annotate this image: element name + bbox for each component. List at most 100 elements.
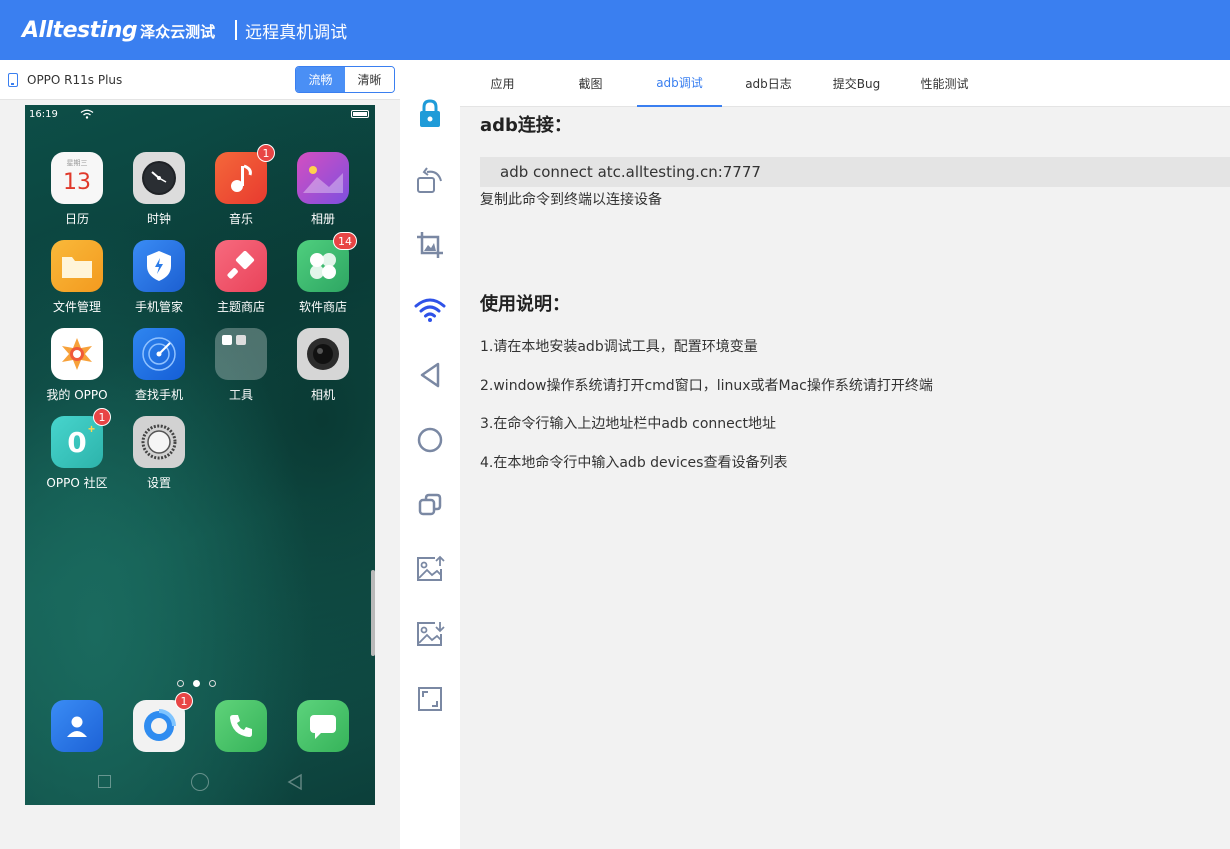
tab-screenshot[interactable]: 截图: [548, 60, 633, 107]
app-label: 时钟: [146, 212, 171, 226]
app-phone-manager[interactable]: 手机管家: [118, 240, 200, 315]
adb-command-box[interactable]: adb connect atc.alltesting.cn:7777: [480, 157, 1230, 187]
phone-nav-bar: [25, 770, 375, 794]
phone-back-icon[interactable]: [287, 773, 303, 791]
folder-icon: [51, 240, 103, 292]
page-indicator: [177, 680, 216, 687]
messages-icon: [297, 700, 349, 752]
dock-messages[interactable]: [282, 700, 364, 752]
quality-toggle: 流畅 清晰: [295, 66, 395, 93]
app-file-manager[interactable]: 文件管理: [36, 240, 118, 315]
app-tools-folder[interactable]: 工具: [200, 328, 282, 403]
app-software-store[interactable]: 14 软件商店: [282, 232, 364, 315]
dock-phone[interactable]: [200, 700, 282, 752]
app-label: OPPO 社区: [46, 476, 108, 490]
app-music[interactable]: 1 音乐: [200, 144, 282, 227]
contacts-icon: [51, 700, 103, 752]
usage-step-1: 1.请在本地安装adb调试工具，配置环境变量: [480, 339, 758, 355]
community-icon: 0 + 1: [51, 408, 111, 468]
phone-status-bar: 16:19: [25, 105, 375, 123]
tab-performance[interactable]: 性能测试: [902, 60, 987, 107]
header-divider: [235, 20, 238, 40]
usage-step-3: 3.在命令行输入上边地址栏中adb connect地址: [480, 416, 776, 432]
dock-browser[interactable]: 1: [118, 692, 200, 752]
app-camera[interactable]: 相机: [282, 328, 364, 403]
quality-smooth-button[interactable]: 流畅: [296, 67, 345, 92]
my-oppo-icon: [51, 328, 103, 380]
calendar-day: 13: [63, 169, 91, 195]
music-icon: 1: [215, 144, 275, 204]
wifi-status-icon: [80, 109, 94, 119]
battery-icon: [351, 110, 369, 118]
phone-recents-icon[interactable]: [98, 775, 111, 788]
app-clock[interactable]: 时钟: [118, 152, 200, 227]
tab-submit-bug[interactable]: 提交Bug: [814, 60, 899, 107]
phone-home-icon[interactable]: [191, 773, 209, 791]
app-label: 设置: [146, 476, 171, 490]
adb-content-panel: adb连接： adb connect atc.alltesting.cn:777…: [460, 107, 1230, 849]
app-label: 音乐: [228, 212, 253, 226]
app-label: 我的 OPPO: [46, 388, 108, 402]
app-store-icon: 14: [297, 232, 357, 292]
tab-adb-log[interactable]: adb日志: [726, 60, 811, 107]
brand-logo[interactable]: Alltesting 泽众云测试: [22, 18, 215, 43]
app-settings[interactable]: 设置: [118, 416, 200, 491]
page-dot-active: [193, 680, 200, 687]
phone-scrollbar[interactable]: [371, 570, 375, 656]
tool-sidebar: [400, 60, 460, 849]
usage-step-2: 2.window操作系统请打开cmd窗口，linux或者Mac操作系统请打开终端: [480, 378, 933, 394]
device-name: OPPO R11s Plus: [27, 72, 123, 87]
app-find-phone[interactable]: 查找手机: [118, 328, 200, 403]
app-calendar[interactable]: 星期三 13 日历: [36, 152, 118, 227]
usage-step-4: 4.在本地命令行中输入adb devices查看设备列表: [480, 455, 788, 471]
rotate-icon[interactable]: [412, 162, 448, 198]
usage-heading: 使用说明：: [480, 294, 570, 315]
phone-device-icon: [8, 72, 18, 87]
app-label: 日历: [64, 212, 89, 226]
logo-brand-cn: 泽众云测试: [140, 22, 216, 41]
wifi-icon[interactable]: [412, 292, 448, 328]
app-label: 查找手机: [134, 388, 183, 402]
app-label: 文件管理: [52, 300, 101, 314]
find-phone-icon: [133, 328, 185, 380]
adb-hint-text: 复制此命令到终端以连接设备: [480, 192, 662, 208]
tab-adb-debug[interactable]: adb调试: [637, 60, 722, 107]
browser-icon: 1: [133, 692, 193, 752]
app-oppo-community[interactable]: 0 + 1 OPPO 社区: [36, 408, 118, 491]
screenshot-crop-icon[interactable]: [412, 227, 448, 263]
clock-icon: [133, 152, 185, 204]
upload-image-icon[interactable]: [412, 551, 448, 587]
notification-badge: 1: [257, 144, 275, 162]
page-dot: [177, 680, 184, 687]
app-label: 相机: [310, 388, 335, 402]
app-label: 主题商店: [216, 300, 265, 314]
notification-badge: 1: [175, 692, 193, 710]
adb-connect-heading: adb连接：: [480, 115, 572, 136]
tab-apps[interactable]: 应用: [460, 60, 545, 107]
recents-icon[interactable]: [412, 487, 448, 523]
logo-brand-text: Alltesting: [22, 17, 138, 43]
dock-contacts[interactable]: [36, 700, 118, 752]
home-icon[interactable]: [412, 422, 448, 458]
app-label: 手机管家: [134, 300, 183, 314]
back-icon[interactable]: [412, 357, 448, 393]
app-theme-store[interactable]: 主题商店: [200, 240, 282, 315]
fullscreen-icon[interactable]: [412, 681, 448, 717]
shield-icon: [133, 240, 185, 292]
top-header: Alltesting 泽众云测试 远程真机调试: [0, 0, 1230, 60]
device-bar: OPPO R11s Plus 流畅 清晰: [0, 60, 400, 100]
app-label: 相册: [310, 212, 335, 226]
app-label: 软件商店: [298, 300, 347, 314]
page-title: 远程真机调试: [245, 22, 348, 43]
app-my-oppo[interactable]: 我的 OPPO: [36, 328, 118, 403]
app-gallery[interactable]: 相册: [282, 152, 364, 227]
calendar-icon: 星期三 13: [51, 152, 103, 204]
gallery-icon: [297, 152, 349, 204]
phone-screen[interactable]: 16:19 星期三 13 日历 时钟 1 音乐 相册 文件管理 手机管家 主题商…: [25, 105, 375, 805]
phone-call-icon: [215, 700, 267, 752]
download-image-icon[interactable]: [412, 616, 448, 652]
notification-badge: 1: [93, 408, 111, 426]
quality-clear-button[interactable]: 清晰: [345, 67, 394, 92]
unlock-icon[interactable]: [412, 96, 448, 132]
settings-icon: [133, 416, 185, 468]
